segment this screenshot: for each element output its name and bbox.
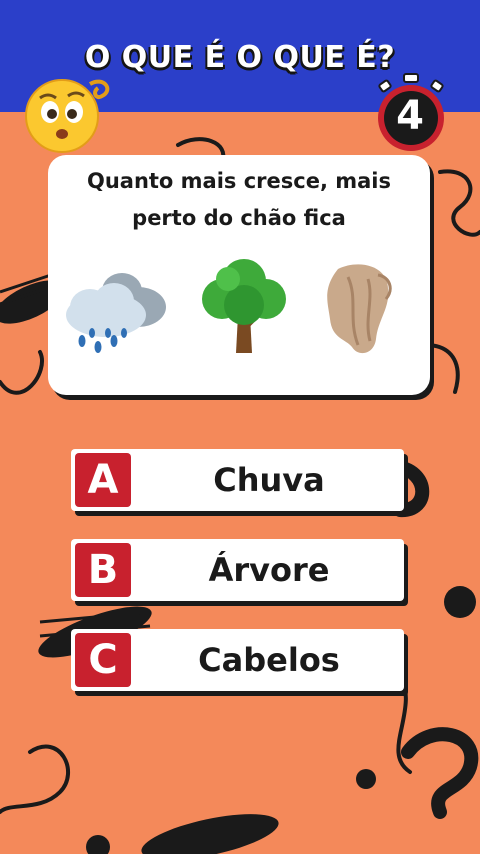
answer-option-c[interactable]: C Cabelos bbox=[71, 629, 404, 691]
answer-letter-badge: A bbox=[75, 453, 131, 507]
answer-text: Árvore bbox=[208, 551, 330, 589]
timer-value: 4 bbox=[396, 93, 424, 139]
confused-face-icon bbox=[25, 79, 110, 153]
answer-text: Chuva bbox=[213, 461, 325, 499]
answer-option-b[interactable]: B Árvore bbox=[71, 539, 404, 601]
answer-letter-badge: B bbox=[75, 543, 131, 597]
tree-icon bbox=[202, 259, 286, 353]
hair-icon bbox=[327, 264, 392, 354]
question-card: Quanto mais cresce, mais perto do chão f… bbox=[48, 155, 430, 395]
question-text: Quanto mais cresce, mais perto do chão f… bbox=[86, 169, 392, 230]
answer-text: Cabelos bbox=[198, 641, 340, 679]
answer-letter-badge: C bbox=[75, 633, 131, 687]
answer-option-a[interactable]: A Chuva bbox=[71, 449, 404, 511]
rain-cloud-icon bbox=[66, 273, 166, 353]
